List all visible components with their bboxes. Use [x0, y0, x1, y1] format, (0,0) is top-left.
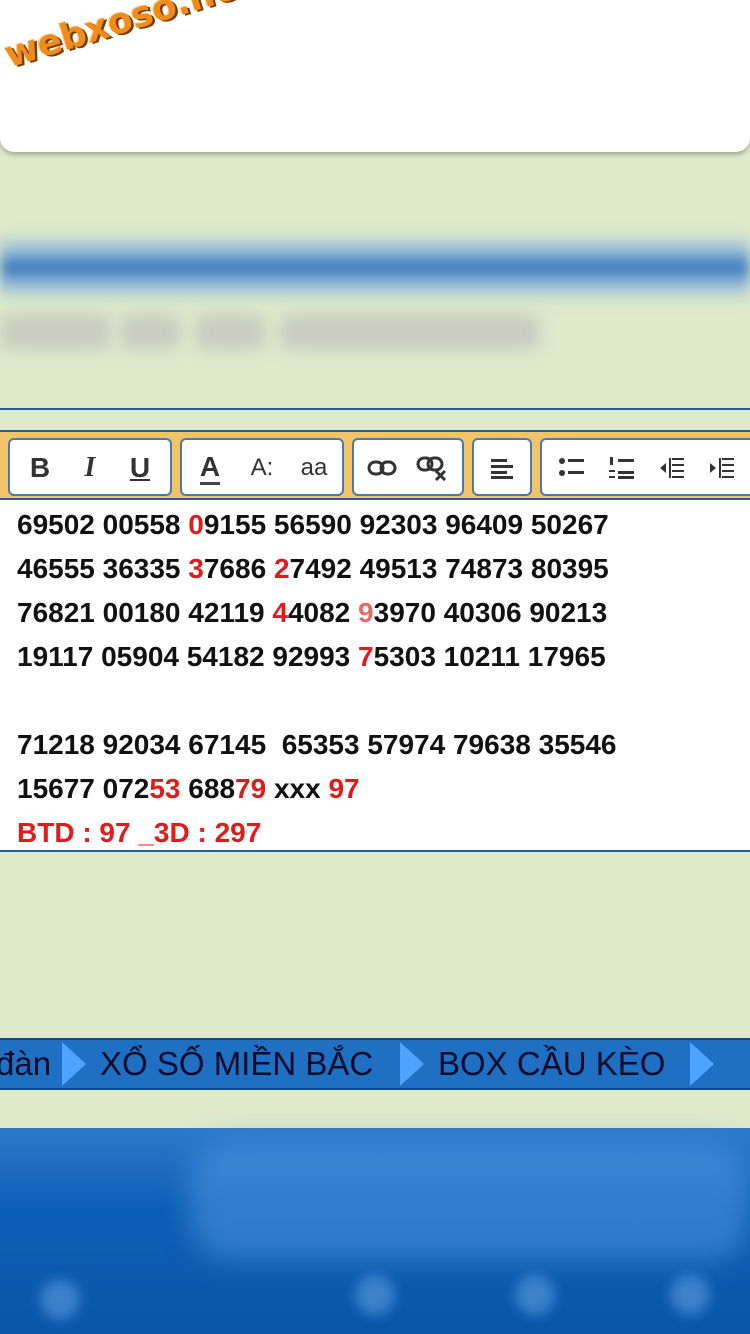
- font-size-button[interactable]: A:: [240, 446, 284, 490]
- toolbar-group-font: A A: aa: [180, 438, 344, 496]
- message-editor[interactable]: 69502 00558 09155 56590 92303 96409 5026…: [0, 500, 750, 852]
- italic-button[interactable]: I: [68, 446, 112, 490]
- editor-line: 71218 92034 67145 65353 57974 79638 3554…: [17, 729, 617, 760]
- nav-item-dan[interactable]: đàn: [0, 1040, 51, 1088]
- font-family-button[interactable]: aa: [292, 446, 336, 490]
- editor-line: 69502 00558 09155 56590 92303 96409 5026…: [17, 509, 609, 540]
- footer-icon: [515, 1275, 555, 1315]
- nav-item-xo-so-mien-bac[interactable]: XỔ SỐ MIỀN BẮC: [100, 1040, 373, 1088]
- editor-line: 19117 05904 54182 92993 75303 10211 1796…: [17, 641, 606, 672]
- chevron-right-icon: [690, 1042, 714, 1086]
- divider: [0, 408, 750, 410]
- blurred-text: [120, 314, 180, 350]
- insert-link-button[interactable]: [360, 446, 404, 490]
- bullet-list-icon: [559, 458, 584, 476]
- font-color-icon: A: [199, 451, 221, 485]
- footer-glow: [190, 1140, 750, 1260]
- toolbar-group-link: [352, 438, 464, 496]
- site-header: webxoso.net: [0, 0, 750, 152]
- nav-item-box-cau-keo[interactable]: BOX CẦU KÈO: [438, 1040, 665, 1088]
- bullet-list-button[interactable]: [550, 446, 594, 490]
- footer-icon: [670, 1275, 710, 1315]
- blurred-text: [0, 314, 110, 350]
- editor-toolbar: B I U A A: aa: [0, 430, 750, 500]
- toolbar-group-list: [540, 438, 750, 496]
- footer-icon: [40, 1280, 80, 1320]
- font-color-button[interactable]: A: [188, 446, 232, 490]
- toolbar-group-align: [472, 438, 532, 496]
- site-logo[interactable]: webxoso.net: [0, 0, 259, 76]
- editor-line: 15677 07253 68879 xxx 97: [17, 773, 360, 804]
- bold-icon: B: [29, 452, 51, 483]
- underline-icon: U: [129, 452, 151, 483]
- footer-icon: [355, 1275, 395, 1315]
- blurred-text: [280, 314, 540, 350]
- align-left-icon: [491, 459, 513, 479]
- numbered-list-button[interactable]: [600, 446, 644, 490]
- chevron-right-icon: [400, 1042, 424, 1086]
- indent-icon: [710, 458, 734, 478]
- outdent-icon: [660, 458, 684, 478]
- italic-icon: I: [84, 452, 96, 483]
- link-icon: [367, 460, 397, 476]
- toolbar-group-text-style: B I U: [8, 438, 172, 496]
- blurred-text: [195, 314, 265, 350]
- font-size-icon: A:: [250, 454, 274, 481]
- editor-line: BTD : 97 _3D : 297: [17, 817, 262, 848]
- editor-line: 76821 00180 42119 44082 93970 40306 9021…: [17, 597, 608, 628]
- font-family-icon: aa: [300, 454, 328, 481]
- category-nav: đàn XỔ SỐ MIỀN BẮC BOX CẦU KÈO: [0, 1038, 750, 1090]
- bold-button[interactable]: B: [18, 446, 62, 490]
- editor-line: 46555 36335 37686 27492 49513 74873 8039…: [17, 553, 609, 584]
- numbered-list-icon: [609, 457, 634, 479]
- remove-link-button[interactable]: [410, 446, 454, 490]
- indent-button[interactable]: [700, 446, 744, 490]
- blurred-banner: [0, 232, 750, 302]
- unlink-icon: [416, 456, 447, 481]
- align-left-button[interactable]: [480, 446, 524, 490]
- outdent-button[interactable]: [650, 446, 694, 490]
- underline-button[interactable]: U: [118, 446, 162, 490]
- chevron-right-icon: [62, 1042, 86, 1086]
